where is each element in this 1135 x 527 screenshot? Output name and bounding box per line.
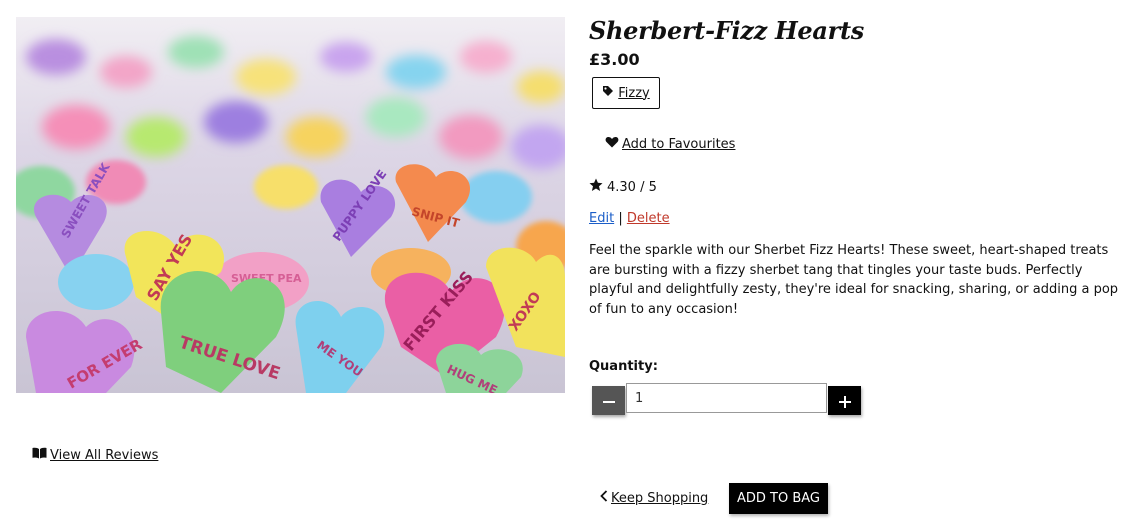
product-image: SWEET TALK PUPPY LOVE SNIP IT SWEET PEA … — [16, 17, 565, 393]
keep-shopping-link[interactable]: Keep Shopping — [600, 490, 708, 506]
add-to-bag-button[interactable]: ADD TO BAG — [729, 483, 828, 514]
chevron-left-icon — [600, 490, 608, 506]
delete-link[interactable]: Delete — [627, 211, 670, 226]
product-title: Sherbert-Fizz Hearts — [589, 16, 864, 45]
favourites-label: Add to Favourites — [622, 136, 736, 152]
category-tag-button[interactable]: Fizzy — [592, 77, 660, 109]
decrement-quantity-button[interactable] — [592, 386, 625, 415]
minus-icon — [602, 389, 615, 413]
edit-link[interactable]: Edit — [589, 211, 614, 226]
tag-icon — [602, 85, 614, 101]
heart-icon — [605, 136, 619, 152]
quantity-input[interactable] — [626, 383, 827, 413]
tag-label: Fizzy — [618, 85, 650, 101]
link-separator: | — [618, 211, 623, 226]
product-rating: 4.30 / 5 — [589, 178, 657, 196]
product-description: Feel the sparkle with our Sherbet Fizz H… — [589, 243, 1119, 317]
product-price: £3.00 — [589, 50, 640, 69]
keep-shopping-label: Keep Shopping — [611, 490, 709, 506]
rating-value: 4.30 / 5 — [607, 179, 657, 195]
quantity-label: Quantity: — [589, 359, 658, 374]
admin-links: Edit | Delete — [589, 211, 670, 226]
increment-quantity-button[interactable] — [828, 386, 861, 415]
reviews-label: View All Reviews — [50, 447, 159, 463]
view-all-reviews-link[interactable]: View All Reviews — [32, 447, 158, 463]
star-icon — [589, 178, 603, 196]
book-icon — [32, 447, 47, 463]
add-to-favourites-link[interactable]: Add to Favourites — [605, 136, 735, 152]
plus-icon — [838, 389, 851, 413]
